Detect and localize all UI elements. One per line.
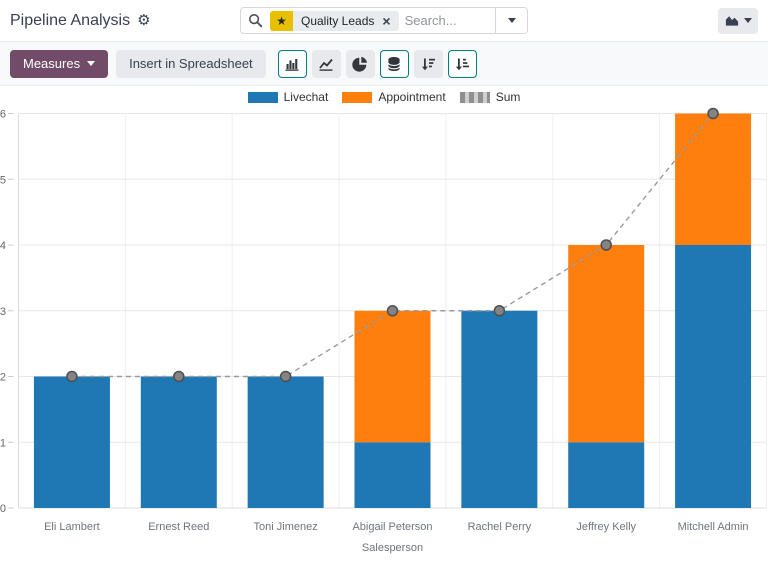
- page-title: Pipeline Analysis: [10, 12, 130, 30]
- line-chart-button[interactable]: [312, 50, 341, 78]
- sort-descending-button[interactable]: [414, 50, 443, 78]
- area-chart-icon: [724, 13, 740, 28]
- search-input[interactable]: [399, 13, 495, 28]
- settings-gear-icon[interactable]: ⚙: [137, 13, 150, 28]
- bar-segment-livechat-2[interactable]: [248, 377, 324, 509]
- stacked-bar-chart-canvas: 0 1 2 3 4 5 6 Eli Lambert Ernest Reed Toni Jimene…: [0, 86, 768, 564]
- sort-amount-desc-icon: [420, 56, 436, 72]
- x-category-label-3: Abigail Peterson: [352, 521, 432, 533]
- view-switcher-area: [528, 8, 758, 34]
- pie-chart-button[interactable]: [346, 50, 375, 78]
- legend-swatch-sum: [460, 92, 490, 103]
- line-chart-icon: [318, 56, 334, 72]
- stacked-toggle-button[interactable]: [380, 50, 409, 78]
- legend-swatch-livechat: [248, 92, 278, 103]
- bar-segment-livechat-5[interactable]: [568, 442, 644, 508]
- bar-segment-appointment-6[interactable]: [675, 114, 751, 246]
- legend-label: Sum: [496, 90, 521, 104]
- y-tick-label-6: 6: [0, 109, 6, 121]
- sum-marker-6[interactable]: [708, 109, 718, 119]
- pipeline-analysis-chart: Livechat Appointment Sum 0 1 2 3 4 5 6 Eli Lamber…: [0, 86, 768, 564]
- insert-in-spreadsheet-button[interactable]: Insert in Spreadsheet: [116, 50, 266, 78]
- measures-label: Measures: [23, 56, 80, 71]
- chevron-down-icon: [508, 18, 516, 23]
- bar-segment-livechat-6[interactable]: [675, 245, 751, 508]
- sum-marker-1[interactable]: [174, 372, 184, 382]
- sum-marker-5[interactable]: [601, 240, 611, 250]
- sum-marker-0[interactable]: [67, 372, 77, 382]
- search-options-toggle[interactable]: [495, 8, 527, 33]
- facet-remove-icon[interactable]: ×: [382, 14, 390, 28]
- x-category-label-2: Toni Jimenez: [254, 521, 318, 533]
- sum-marker-2[interactable]: [281, 372, 291, 382]
- legend-item-appointment[interactable]: Appointment: [342, 90, 445, 104]
- y-tick-label-0: 0: [0, 503, 6, 515]
- bar-segment-livechat-4[interactable]: [461, 311, 537, 508]
- x-axis-title: Salesperson: [362, 542, 423, 554]
- graph-toolbar: Measures Insert in Spreadsheet: [0, 42, 768, 86]
- chart-type-group: [278, 50, 477, 78]
- search-icon: [248, 13, 263, 28]
- legend-item-livechat[interactable]: Livechat: [248, 90, 329, 104]
- sum-marker-3[interactable]: [388, 306, 398, 316]
- chart-legend: Livechat Appointment Sum: [0, 90, 768, 104]
- bar-segment-livechat-1[interactable]: [141, 377, 217, 509]
- y-tick-label-5: 5: [0, 174, 6, 186]
- sort-ascending-button[interactable]: [448, 50, 477, 78]
- graph-view-switcher-button[interactable]: [718, 8, 758, 34]
- x-category-label-1: Ernest Reed: [148, 521, 209, 533]
- bar-chart-button[interactable]: [278, 50, 307, 78]
- legend-label: Appointment: [378, 90, 445, 104]
- bar-segment-livechat-3[interactable]: [355, 442, 431, 508]
- facet-label: Quality Leads: [301, 14, 374, 28]
- search-bar[interactable]: ★ Quality Leads ×: [240, 7, 528, 34]
- bar-segment-livechat-0[interactable]: [34, 377, 110, 509]
- bar-chart-icon: [284, 56, 300, 72]
- control-panel-header: Pipeline Analysis ⚙ ★ Quality Leads ×: [0, 0, 768, 42]
- pie-chart-icon: [352, 56, 368, 72]
- legend-label: Livechat: [284, 90, 329, 104]
- favorite-star-icon: ★: [270, 11, 293, 31]
- y-tick-label-2: 2: [0, 372, 6, 384]
- x-category-label-6: Mitchell Admin: [678, 521, 749, 533]
- x-category-label-0: Eli Lambert: [44, 521, 100, 533]
- bar-segment-appointment-5[interactable]: [568, 245, 644, 442]
- sum-marker-4[interactable]: [494, 306, 504, 316]
- sort-amount-asc-icon: [454, 56, 470, 72]
- search-facet-quality-leads[interactable]: ★ Quality Leads ×: [270, 11, 399, 31]
- measures-button[interactable]: Measures: [10, 50, 108, 78]
- x-category-label-5: Jeffrey Kelly: [576, 521, 636, 533]
- legend-item-sum[interactable]: Sum: [460, 90, 521, 104]
- chevron-down-icon: [744, 18, 752, 23]
- y-tick-label-1: 1: [0, 437, 6, 449]
- x-category-label-4: Rachel Perry: [468, 521, 532, 533]
- bar-segment-appointment-3[interactable]: [355, 311, 431, 443]
- legend-swatch-appointment: [342, 92, 372, 103]
- chevron-down-icon: [87, 61, 95, 66]
- breadcrumb: Pipeline Analysis ⚙: [10, 12, 240, 30]
- y-tick-label-3: 3: [0, 306, 6, 318]
- y-tick-label-4: 4: [0, 240, 6, 252]
- stacked-database-icon: [386, 56, 402, 72]
